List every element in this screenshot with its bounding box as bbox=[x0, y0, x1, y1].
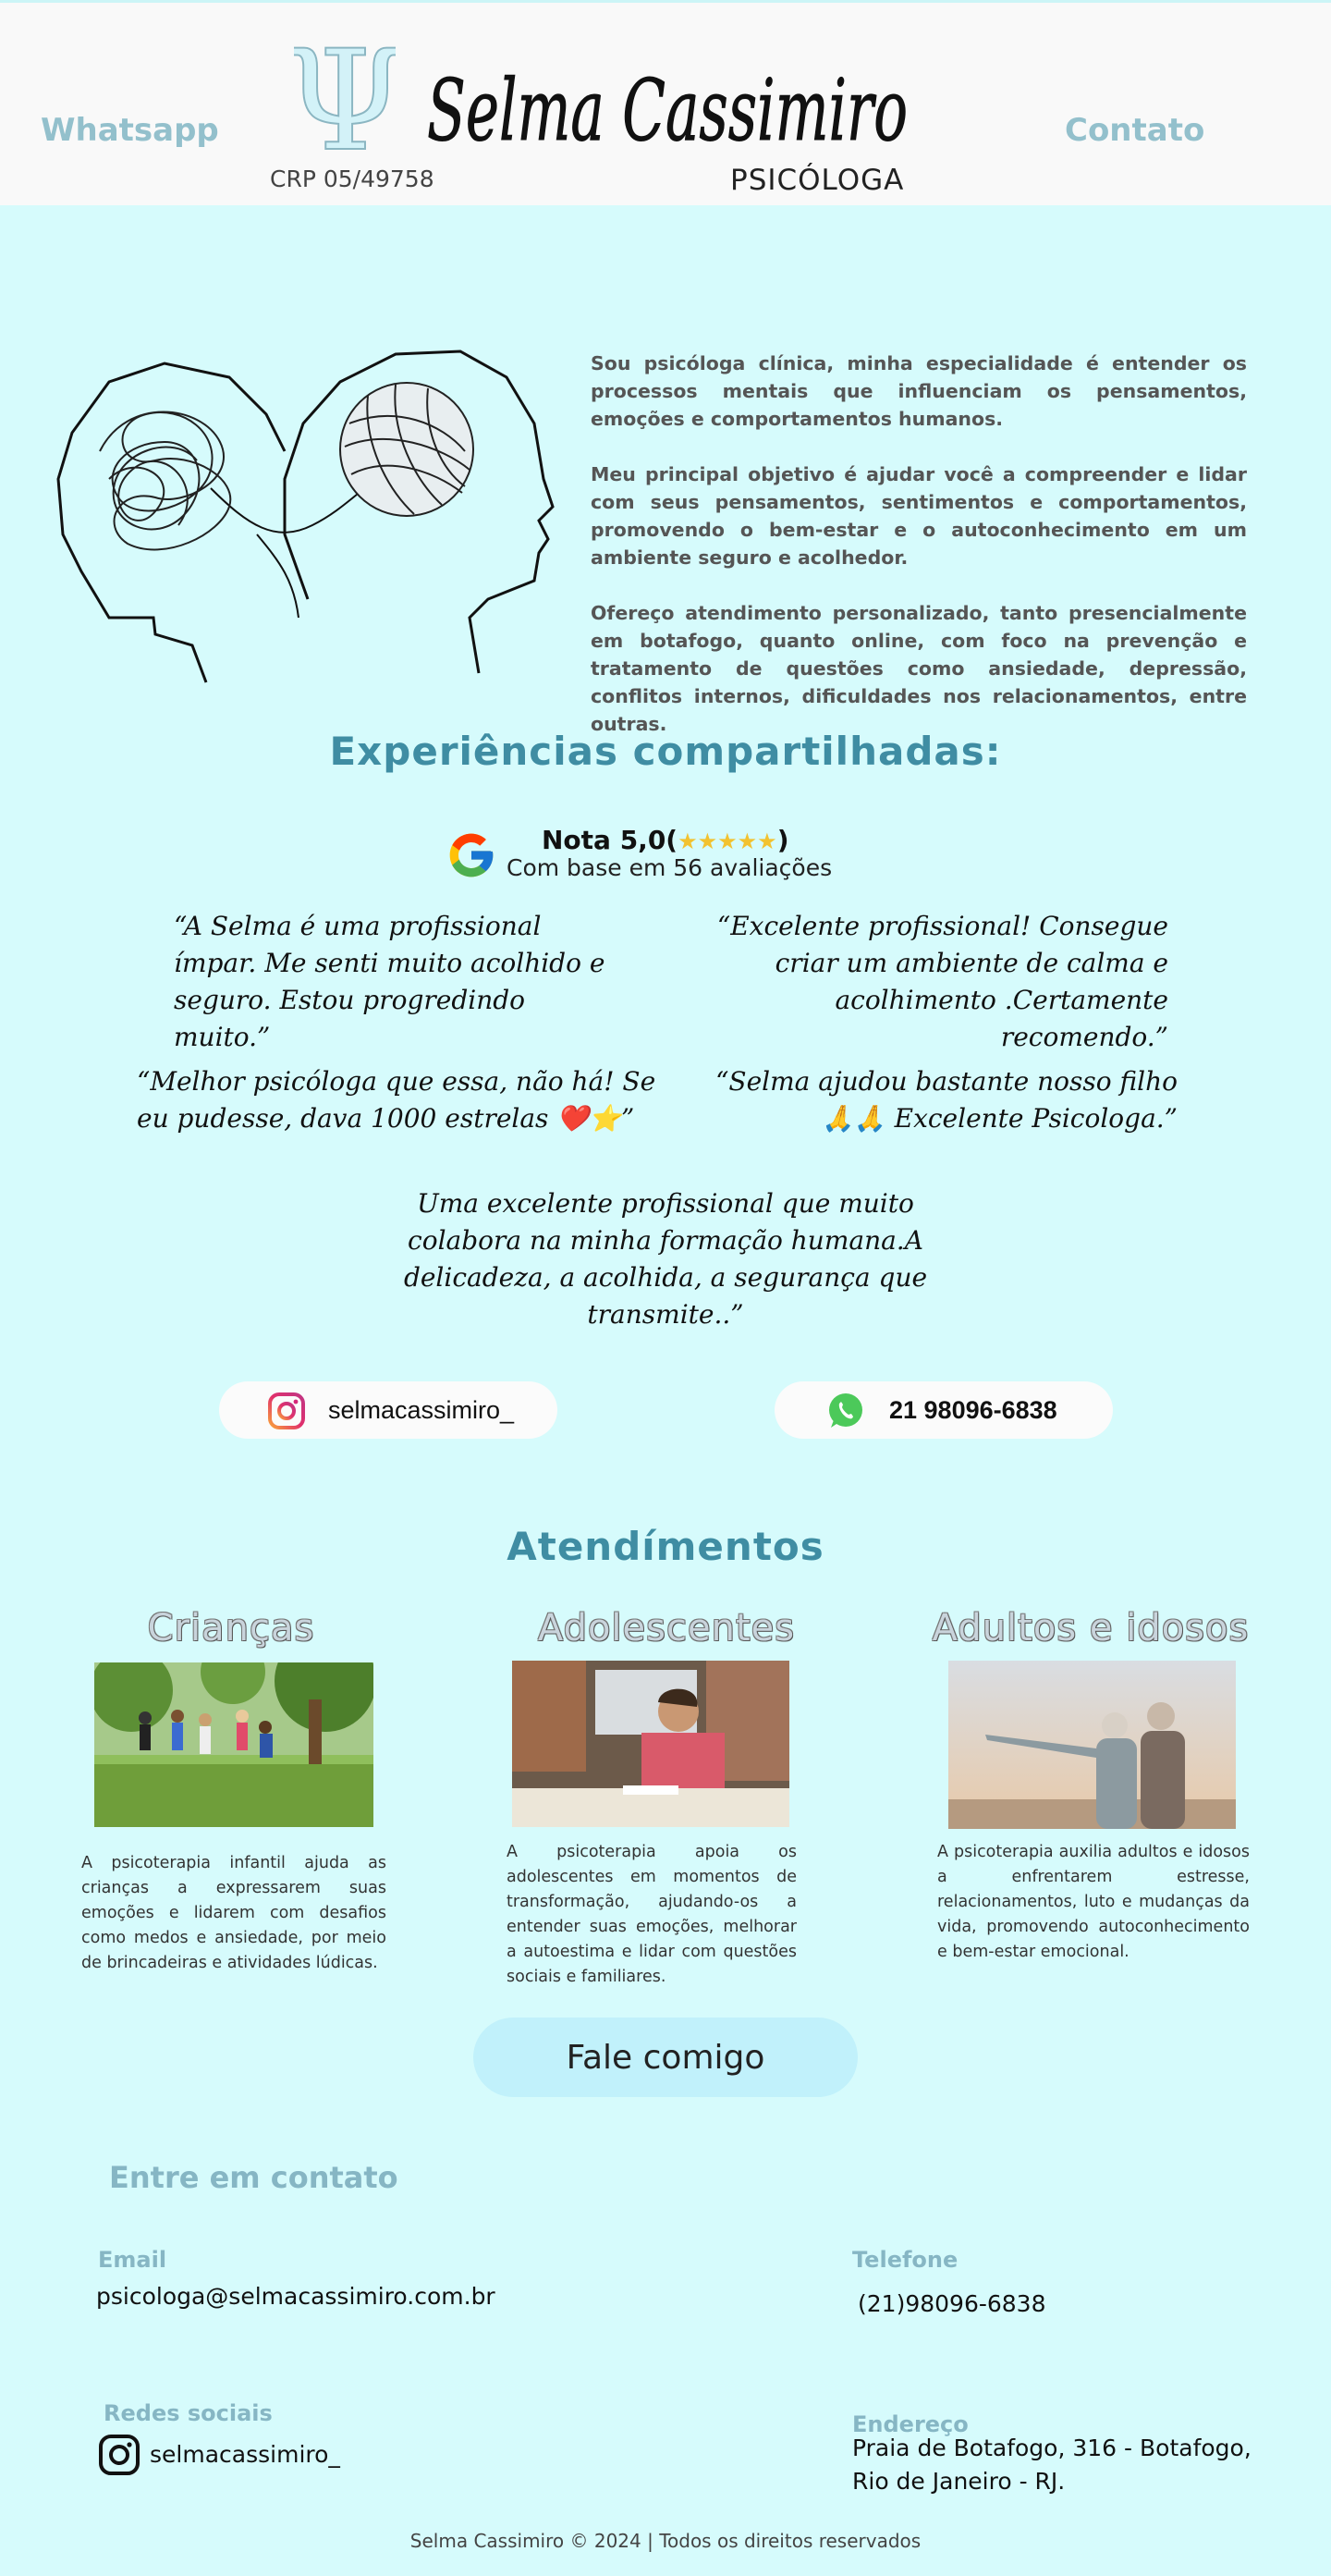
children-playing-photo bbox=[94, 1662, 373, 1827]
role-title: PSICÓLOGA bbox=[730, 164, 905, 197]
contact-me-button[interactable]: Fale comigo bbox=[473, 2018, 858, 2097]
psi-logo-icon: Ψ bbox=[294, 40, 396, 169]
rating-label: Nota 5,0( bbox=[542, 825, 678, 855]
service-desc-adults: A psicoterapia auxilia adultos e idosos … bbox=[937, 1843, 1250, 1961]
instagram-icon[interactable] bbox=[98, 2434, 140, 2476]
testimonial-quote: “Selma ajudou bastante nosso filho 🙏🙏 Ex… bbox=[715, 1066, 1178, 1134]
whatsapp-pill-link[interactable]: 21 98096-6838 bbox=[775, 1381, 1113, 1439]
rating-title: Nota 5,0(★★★★★) bbox=[542, 825, 788, 855]
email-value[interactable]: psicologa@selmacassimiro.com.br bbox=[96, 2280, 495, 2313]
instagram-pill-link[interactable]: selmacassimiro_ bbox=[219, 1381, 557, 1439]
phone-label: Telefone bbox=[852, 2247, 959, 2273]
two-heads-illustration bbox=[56, 350, 555, 683]
service-title-adults: Adultos e idosos bbox=[932, 1607, 1250, 1650]
instagram-handle: selmacassimiro_ bbox=[328, 1396, 515, 1424]
social-label: Redes sociais bbox=[104, 2400, 273, 2426]
whatsapp-icon bbox=[829, 1393, 862, 1428]
google-icon bbox=[449, 833, 494, 877]
testimonial-quote: “A Selma é uma profissional ímpar. Me se… bbox=[174, 911, 605, 1052]
contact-nav-link[interactable]: Contato bbox=[1065, 112, 1204, 149]
instagram-icon bbox=[268, 1392, 305, 1429]
services-title: Atendímentos bbox=[507, 1524, 824, 1569]
address-value: Praia de Botafogo, 316 - Botafogo, Rio d… bbox=[852, 2432, 1252, 2498]
intro-paragraph: Meu principal objetivo é ajudar você a c… bbox=[591, 463, 1247, 569]
intro-text: Sou psicóloga clínica, minha especialida… bbox=[591, 350, 1247, 766]
service-desc-children: A psicoterapia infantil ajuda as criança… bbox=[81, 1854, 386, 1972]
testimonial-quote: Uma excelente profissional que muito col… bbox=[403, 1188, 928, 1330]
rating-close: ) bbox=[776, 825, 789, 855]
teen-studying-photo bbox=[512, 1661, 789, 1827]
experiences-title: Experiências compartilhadas: bbox=[329, 729, 1002, 774]
site-header: Whatsapp Ψ CRP 05/49758 Selma Cassimiro … bbox=[0, 0, 1331, 205]
svg-text:Ψ: Ψ bbox=[294, 40, 396, 169]
svg-text:Selma Cassimiro: Selma Cassimiro bbox=[427, 61, 908, 160]
whatsapp-nav-link[interactable]: Whatsapp bbox=[41, 112, 219, 149]
phone-value[interactable]: (21)98096-6838 bbox=[858, 2288, 1046, 2321]
crp-number: CRP 05/49758 bbox=[270, 166, 434, 192]
rating-stars: ★★★★★ bbox=[678, 828, 777, 854]
social-handle[interactable]: selmacassimiro_ bbox=[150, 2438, 340, 2472]
service-title-children: Crianças bbox=[147, 1607, 315, 1650]
email-label: Email bbox=[98, 2247, 167, 2273]
testimonial-quote: “Melhor psicóloga que essa, não há! Se e… bbox=[137, 1066, 656, 1134]
address-line: Praia de Botafogo, 316 - Botafogo, bbox=[852, 2435, 1252, 2461]
footer-copyright: Selma Cassimiro © 2024 | Todos os direit… bbox=[409, 2530, 922, 2552]
rating-count: Com base em 56 avaliações bbox=[507, 854, 833, 881]
contact-section-title: Entre em contato bbox=[109, 2160, 398, 2195]
intro-paragraph: Sou psicóloga clínica, minha especialida… bbox=[591, 352, 1247, 430]
intro-paragraph: Ofereço atendimento personalizado, tanto… bbox=[591, 602, 1247, 735]
testimonial-quote: “Excelente profissional! Consegue criar … bbox=[716, 911, 1168, 1052]
elderly-couple-photo bbox=[948, 1661, 1236, 1829]
service-title-teens: Adolescentes bbox=[537, 1607, 796, 1650]
service-desc-teens: A psicoterapia apoia os adolescentes em … bbox=[507, 1843, 797, 1986]
whatsapp-number: 21 98096-6838 bbox=[889, 1396, 1057, 1424]
address-line: Rio de Janeiro - RJ. bbox=[852, 2468, 1066, 2495]
